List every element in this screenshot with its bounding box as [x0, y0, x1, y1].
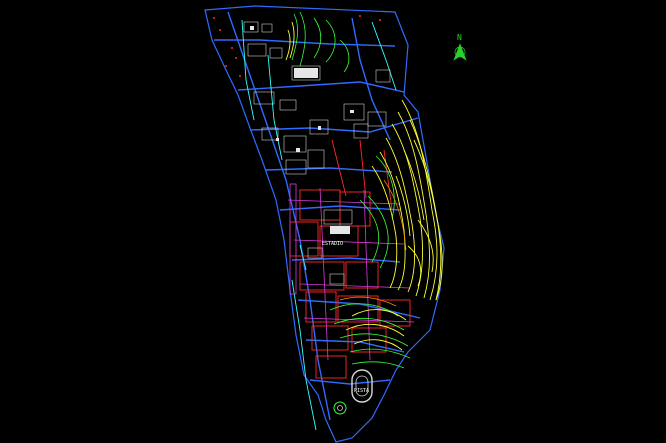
- stadium-label: PISTA: [354, 388, 369, 394]
- north-arrow: N: [453, 33, 467, 61]
- north-arrow-label: N: [457, 33, 462, 42]
- stadium-track: [351, 369, 373, 403]
- building-blocks: [243, 21, 391, 285]
- north-arrow-icon: [453, 43, 467, 61]
- cad-site-plan: ESTADIO PISTA N: [204, 5, 467, 443]
- central-block-label: ESTADIO: [322, 241, 343, 247]
- cad-map-viewport[interactable]: ESTADIO PISTA N: [0, 0, 666, 443]
- roundabout: [333, 401, 347, 415]
